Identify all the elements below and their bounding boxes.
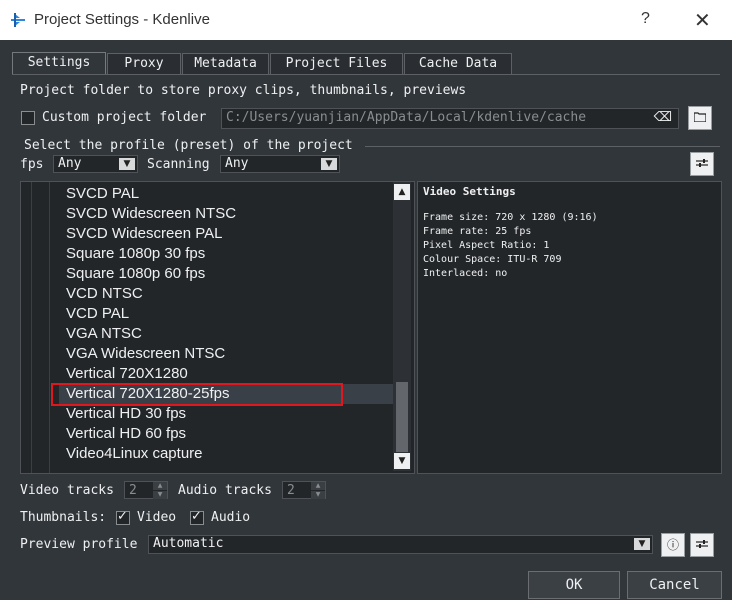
preview-profile-select[interactable]: Automatic ▼	[148, 535, 653, 554]
thumbnails-video-label: Video	[137, 510, 177, 525]
profile-list-item[interactable]: SVCD PAL	[66, 184, 391, 204]
audio-tracks-spinbox[interactable]: 2 ▲ ▼	[282, 481, 326, 499]
browse-folder-button[interactable]	[688, 106, 712, 130]
highlight-annotation	[51, 383, 343, 406]
video-settings-panel: Video Settings Frame size: 720 x 1280 (9…	[417, 181, 722, 474]
video-settings-header: Video Settings	[423, 185, 516, 198]
profile-list-item[interactable]: Vertical HD 60 fps	[66, 424, 391, 444]
preview-profile-label: Preview profile	[20, 537, 138, 552]
video-tracks-value: 2	[129, 483, 137, 498]
profile-list-item[interactable]: Video4Linux capture	[66, 444, 391, 464]
tab-divider	[12, 74, 720, 75]
profile-list-item[interactable]: Vertical 720X1280	[66, 364, 391, 384]
spin-up-icon[interactable]: ▲	[311, 482, 325, 490]
tree-guide	[49, 182, 50, 473]
spin-down-icon[interactable]: ▼	[153, 491, 167, 499]
ok-button[interactable]: OK	[528, 571, 620, 599]
profile-list-item[interactable]: VGA Widescreen NTSC	[66, 344, 391, 364]
chevron-down-icon: ▼	[119, 158, 135, 170]
preview-settings-button[interactable]	[690, 533, 714, 557]
audio-tracks-value: 2	[287, 483, 295, 498]
custom-folder-label: Custom project folder	[42, 110, 207, 125]
pixel-aspect-text: Pixel Aspect Ratio: 1	[423, 240, 550, 251]
custom-folder-checkbox[interactable]	[21, 111, 35, 125]
sliders-icon	[696, 538, 708, 552]
folder-description: Project folder to store proxy clips, thu…	[20, 83, 467, 98]
close-button[interactable]: ✕	[694, 8, 711, 33]
window-title: Project Settings - Kdenlive	[34, 11, 210, 28]
frame-size-text: Frame size: 720 x 1280 (9:16)	[423, 212, 598, 223]
scanning-label: Scanning	[147, 157, 210, 172]
fps-label: fps	[20, 157, 44, 172]
profile-list-item[interactable]: VCD PAL	[66, 304, 391, 324]
clear-path-icon[interactable]: ⌫	[654, 109, 672, 127]
spin-up-icon[interactable]: ▲	[153, 482, 167, 490]
profile-list-item[interactable]: VCD NTSC	[66, 284, 391, 304]
kdenlive-logo-icon	[10, 12, 26, 31]
thumbnails-audio-checkbox[interactable]	[190, 509, 204, 525]
thumbnails-audio-label: Audio	[211, 510, 251, 525]
profile-list-item[interactable]: SVCD Widescreen NTSC	[66, 204, 391, 224]
scroll-thumb[interactable]	[396, 382, 408, 452]
video-tracks-label: Video tracks	[20, 483, 114, 498]
info-icon: ⓘ	[666, 538, 679, 552]
fps-value: Any	[58, 156, 82, 171]
frame-rate-text: Frame rate: 25 fps	[423, 226, 532, 237]
scanning-select[interactable]: Any ▼	[220, 155, 340, 173]
profile-list-item[interactable]: Square 1080p 30 fps	[66, 244, 391, 264]
colour-space-text: Colour Space: ITU-R 709	[423, 254, 562, 265]
profile-list[interactable]: SVCD PAL SVCD Widescreen NTSC SVCD Widescr…	[20, 181, 415, 474]
tree-guide	[31, 182, 32, 473]
help-button[interactable]: ?	[641, 10, 650, 28]
folder-path-value: C:/Users/yuanjian/AppData/Local/kdenlive…	[226, 110, 587, 125]
profile-list-item[interactable]: VGA NTSC	[66, 324, 391, 344]
folder-icon	[693, 111, 707, 125]
fps-select[interactable]: Any ▼	[53, 155, 138, 173]
tab-metadata[interactable]: Metadata	[182, 53, 269, 74]
tab-settings[interactable]: Settings	[12, 52, 106, 75]
chevron-down-icon: ▼	[634, 538, 650, 550]
video-tracks-spinbox[interactable]: 2 ▲ ▼	[124, 481, 168, 499]
tab-project-files[interactable]: Project Files	[270, 53, 403, 74]
profile-list-item[interactable]: SVCD Widescreen PAL	[66, 224, 391, 244]
preview-info-button[interactable]: ⓘ	[661, 533, 685, 557]
chevron-down-icon: ▼	[321, 158, 337, 170]
thumbnails-video-checkbox[interactable]	[116, 509, 130, 525]
scroll-up-button[interactable]: ▲	[394, 184, 410, 200]
tab-proxy[interactable]: Proxy	[107, 53, 181, 74]
sliders-icon	[696, 157, 708, 171]
group-border	[365, 146, 720, 147]
profile-list-item[interactable]: Square 1080p 60 fps	[66, 264, 391, 284]
audio-tracks-label: Audio tracks	[178, 483, 272, 498]
title-bar: Project Settings - Kdenlive ? ✕	[0, 0, 732, 40]
scanning-value: Any	[225, 156, 249, 171]
scroll-down-button[interactable]: ▼	[394, 453, 410, 469]
spin-down-icon[interactable]: ▼	[311, 491, 325, 499]
profile-group-label: Select the profile (preset) of the proje…	[24, 138, 353, 153]
tab-cache-data[interactable]: Cache Data	[404, 53, 512, 74]
profile-list-item[interactable]: Vertical HD 30 fps	[66, 404, 391, 424]
cancel-button[interactable]: Cancel	[627, 571, 722, 599]
interlaced-text: Interlaced: no	[423, 268, 508, 279]
thumbnails-label: Thumbnails:	[20, 510, 107, 525]
manage-profiles-button[interactable]	[690, 152, 714, 176]
folder-path-field[interactable]: C:/Users/yuanjian/AppData/Local/kdenlive…	[221, 108, 679, 129]
preview-profile-value: Automatic	[153, 536, 224, 551]
